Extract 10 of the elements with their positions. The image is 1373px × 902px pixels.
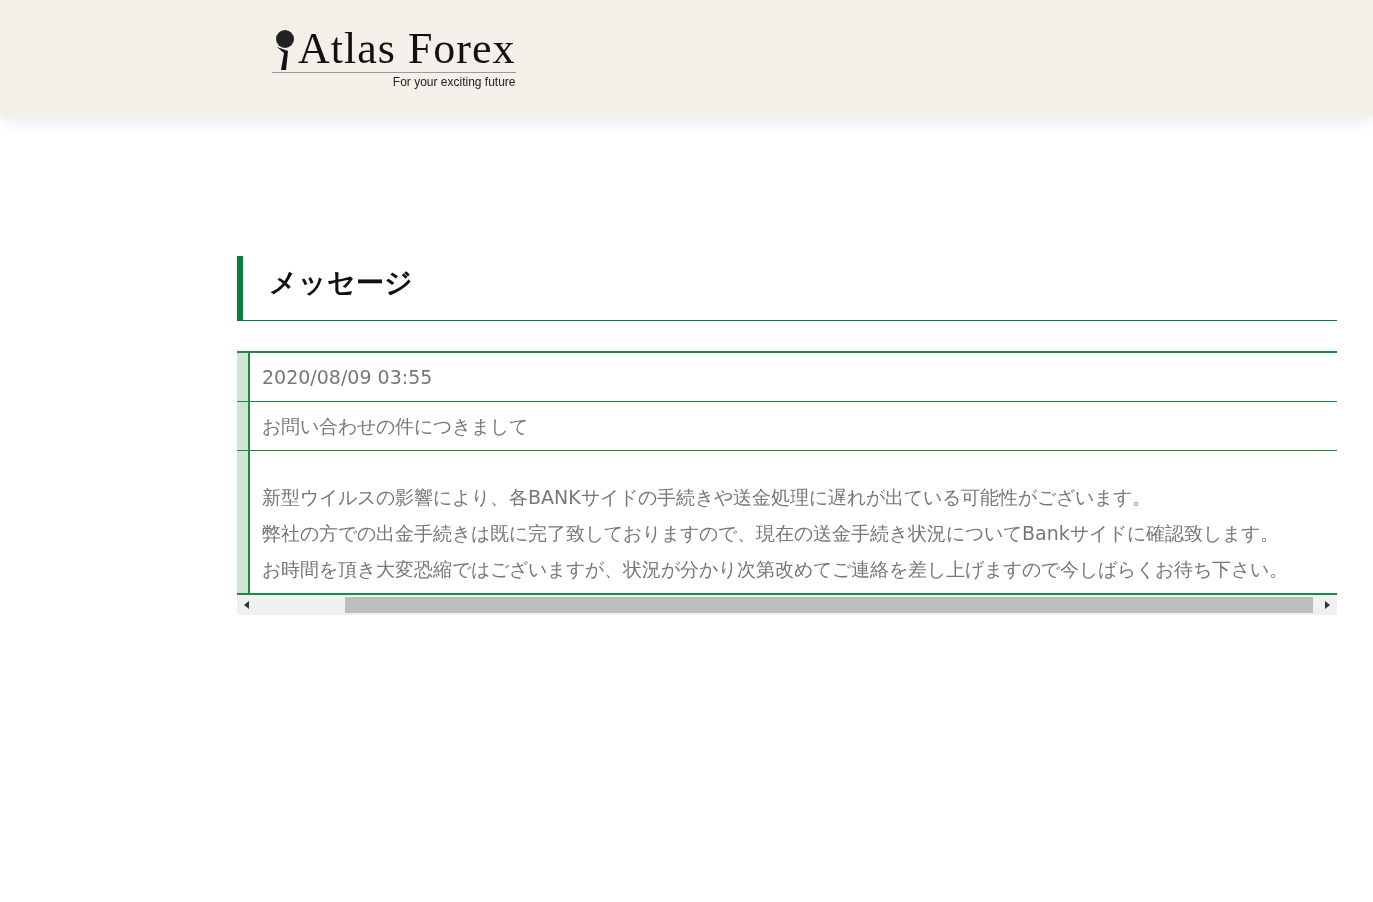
message-body-line: 新型ウイルスの影響により、各BANKサイドの手続きや送金処理に遅れが出ている可能性がございます。 — [262, 485, 1152, 511]
message-date: 2020/08/09 03:55 — [261, 365, 434, 390]
scrollbar-thumb[interactable] — [345, 597, 1313, 614]
logo-tagline: For your exciting future — [392, 75, 516, 89]
logo-text[interactable]: Atlas Forex — [298, 27, 516, 71]
message-subject: お問い合わせの件につきまして — [261, 414, 529, 440]
message-body-line: お時間を頂き大変恐縮ではございますが、状況が分かり次第改めてご連絡を差し上げますので今しばらくお待ち下さい。 — [262, 557, 1289, 583]
horizontal-scrollbar[interactable] — [237, 595, 1337, 616]
page-heading: メッセージ — [237, 256, 1337, 321]
message-body-line: 弊社の方での出金手続きは既に完了致しておりますので、現在の送金手続き状況についてBankサイドに確認致します。 — [262, 521, 1280, 547]
